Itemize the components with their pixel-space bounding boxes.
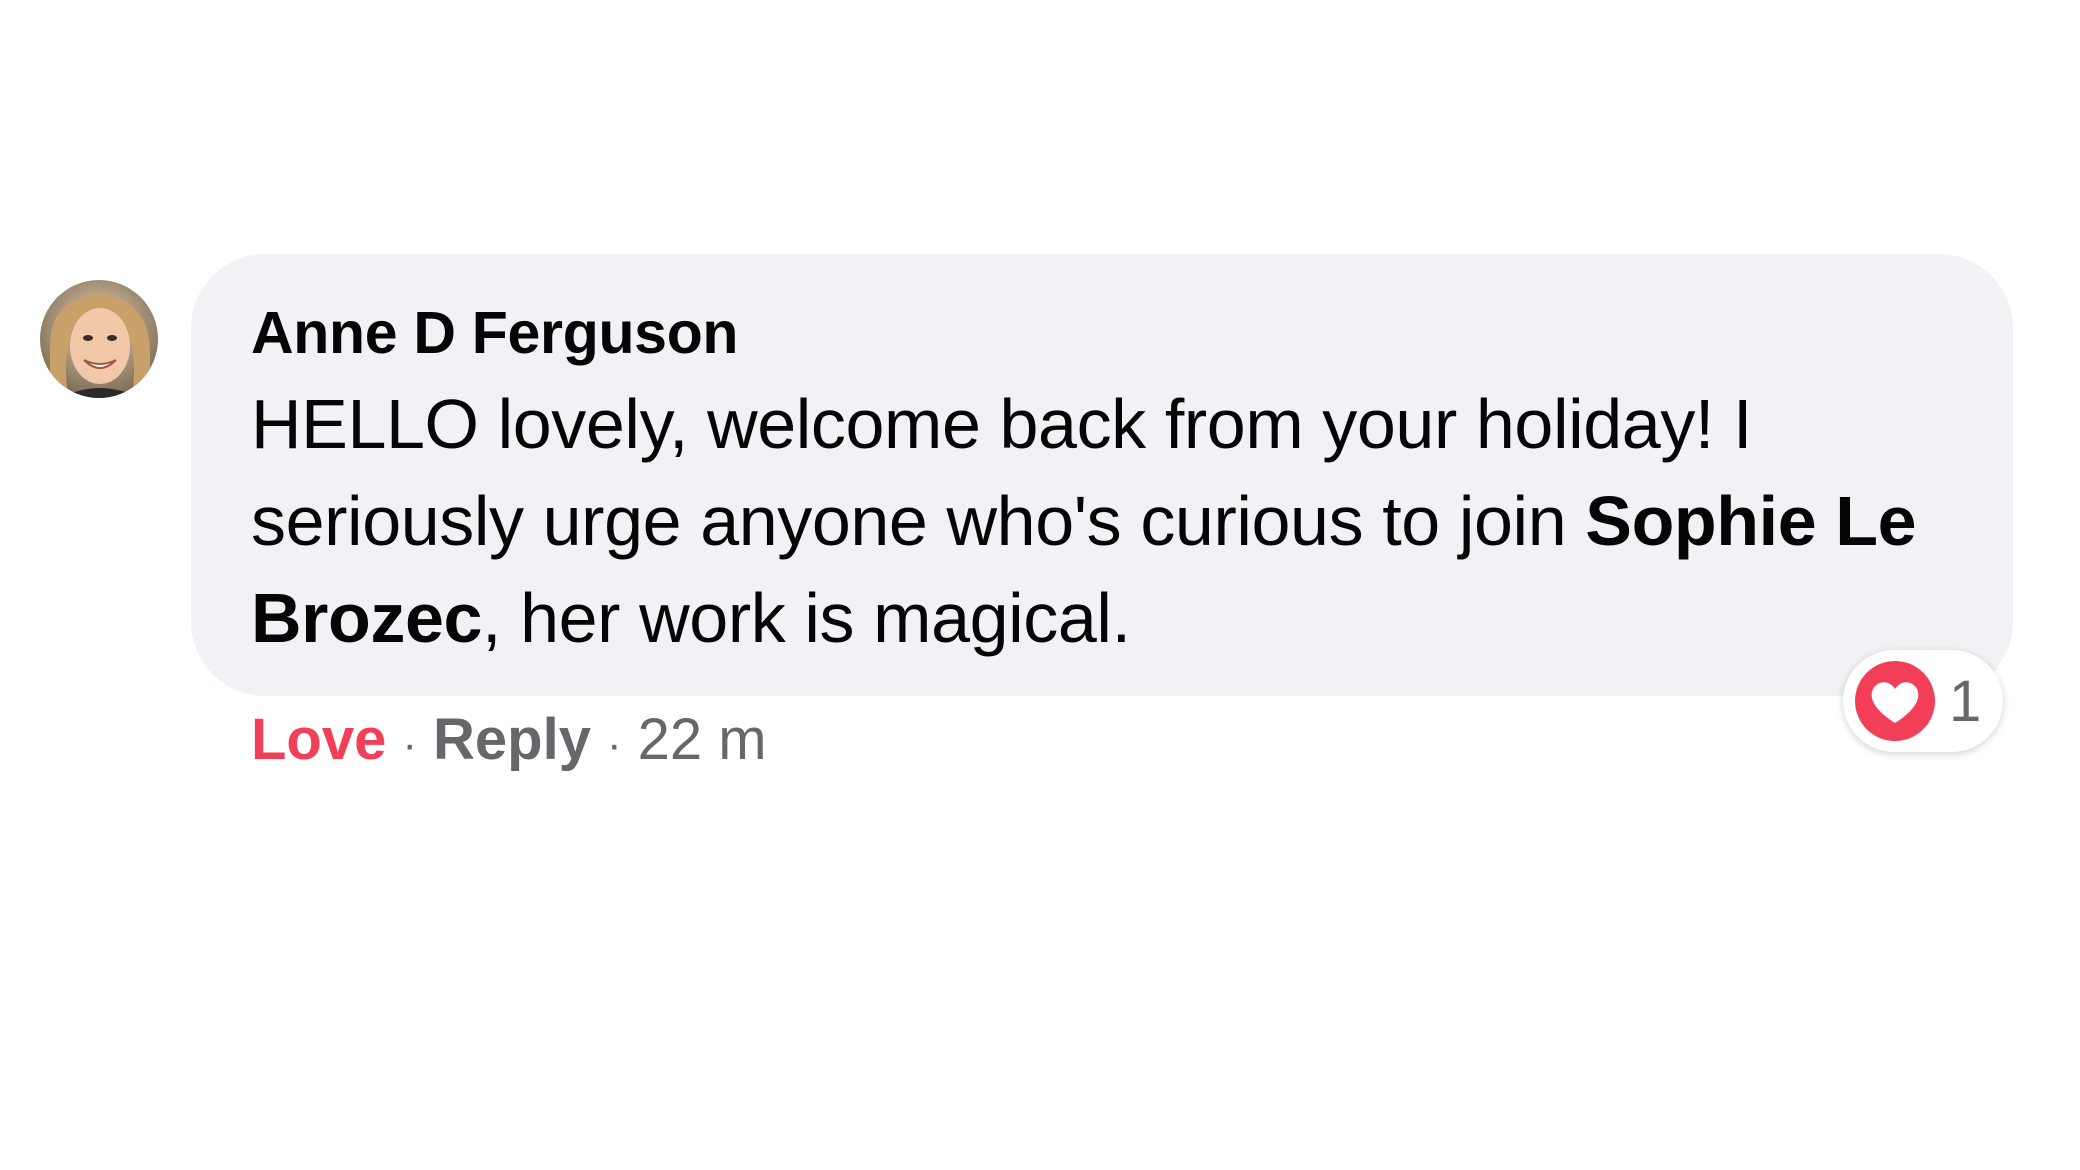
reaction-summary-badge[interactable]: 1 bbox=[1843, 650, 2004, 752]
action-separator: · bbox=[402, 720, 418, 769]
comment-text: HELLO lovely, welcome back from your hol… bbox=[251, 376, 1953, 667]
love-reaction-button[interactable]: Love bbox=[251, 707, 386, 772]
comment-actions: Love · Reply · 22 m bbox=[251, 700, 767, 780]
action-separator: · bbox=[606, 720, 622, 769]
author-avatar[interactable] bbox=[40, 280, 158, 398]
comment-text-part2: , her work is magical. bbox=[482, 579, 1131, 657]
comment-author-name[interactable]: Anne D Ferguson bbox=[251, 294, 738, 372]
heart-icon bbox=[1855, 661, 1935, 741]
comment-text-part1: HELLO lovely, welcome back from your hol… bbox=[251, 385, 1772, 560]
reaction-count: 1 bbox=[1949, 668, 1982, 734]
comment-timestamp[interactable]: 22 m bbox=[638, 707, 767, 772]
comment-bubble: Anne D Ferguson HELLO lovely, welcome ba… bbox=[191, 254, 2013, 696]
reply-button[interactable]: Reply bbox=[433, 707, 591, 772]
avatar-photo bbox=[40, 280, 158, 398]
